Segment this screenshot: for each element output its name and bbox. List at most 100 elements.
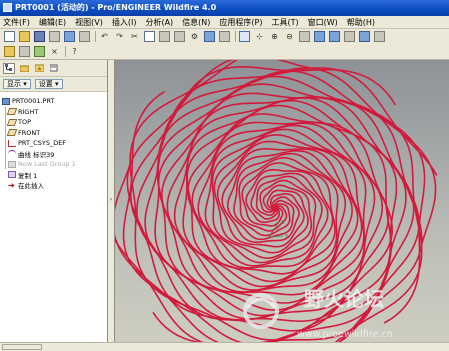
paste-special-icon[interactable] [174, 31, 185, 42]
menu-bar: 文件(F) 编辑(E) 视图(V) 插入(I) 分析(A) 信息(N) 应用程序… [0, 16, 449, 29]
zoom-out-icon[interactable]: ⊖ [284, 31, 295, 42]
insert-here-icon: ➜ [8, 180, 15, 190]
model-tree-icon [5, 64, 12, 71]
app-icon [3, 3, 12, 12]
toolbar-separator [65, 46, 66, 57]
datum-plane-icon [6, 129, 18, 137]
favorites-tab-icon[interactable] [33, 63, 45, 74]
menu-tools[interactable]: 工具(T) [272, 17, 299, 28]
zoom-fit-icon[interactable] [299, 31, 310, 42]
window-title: PRT0001 (活动的) - Pro/ENGINEER Wildfire 4.… [15, 3, 217, 12]
email-link-icon[interactable] [79, 31, 90, 42]
tree-item-label: TOP [18, 118, 32, 127]
part-icon [2, 97, 10, 105]
redo-icon[interactable]: ↷ [114, 31, 125, 42]
main-toolbar: ↶ ↷ ✂ ⚙ ⊹ ⊕ ⊖ [0, 29, 449, 44]
datum-plane-tool-icon[interactable] [4, 46, 15, 57]
tree-item-label: RIGHT [18, 107, 39, 116]
tree-item-insert-here[interactable]: ➜ 在此插入 [2, 180, 107, 191]
tree-item-top[interactable]: TOP [2, 117, 107, 128]
tree-item-label: 复制 1 [18, 171, 38, 180]
connections-icon [50, 64, 58, 72]
menu-analysis[interactable]: 分析(A) [145, 17, 173, 28]
datum-point-tool-icon[interactable]: × [49, 46, 60, 57]
watermark-url: www.proewildfire.cn [297, 329, 393, 340]
copy-feature-icon [8, 171, 16, 179]
view-manager-icon[interactable]: ⊹ [254, 31, 265, 42]
tree-item-group[interactable]: Now Last Group 1 [2, 159, 107, 170]
tree-item-csys[interactable]: PRT_CSYS_DEF [2, 138, 107, 149]
zoom-in-icon[interactable]: ⊕ [269, 31, 280, 42]
settings-dropdown-button[interactable]: 设置 ▾ [34, 79, 63, 89]
saved-views-icon[interactable] [329, 31, 340, 42]
display-style-icon[interactable] [359, 31, 370, 42]
connections-tab-icon[interactable] [48, 63, 60, 74]
menu-view[interactable]: 视图(V) [75, 17, 103, 28]
graphics-window[interactable]: X Y 野火论坛 www.proewildfire.cn [115, 60, 449, 342]
open-file-icon[interactable] [19, 31, 30, 42]
tree-item-label: Now Last Group 1 [18, 160, 76, 169]
regenerate-icon[interactable]: ⚙ [189, 31, 200, 42]
folder-browser-tab-icon[interactable] [18, 63, 30, 74]
tree-item-curve[interactable]: 曲线 标识39 [2, 149, 107, 160]
model-tree-tab-icon[interactable] [3, 62, 15, 74]
menu-window[interactable]: 窗口(W) [308, 17, 338, 28]
curve-icon [8, 150, 16, 157]
graphics-canvas: X Y 野火论坛 www.proewildfire.cn [115, 60, 438, 342]
tree-item-label: PRT0001.PRT [12, 97, 55, 106]
collapse-arrow-icon[interactable]: › [109, 195, 113, 205]
new-file-icon[interactable] [4, 31, 15, 42]
navigator-tabs [0, 60, 107, 77]
tree-item-label: FRONT [18, 128, 41, 137]
save-icon[interactable] [34, 31, 45, 42]
navigator-panel: 显示 ▾ 设置 ▾ PRT0001.PRT RIGHT TOP FRONT PR… [0, 60, 108, 342]
watermark: 野火论坛 www.proewildfire.cn [243, 287, 393, 340]
tree-item-front[interactable]: FRONT [2, 128, 107, 139]
rose-curves [115, 60, 438, 342]
datum-curve-tool-icon[interactable] [34, 46, 45, 57]
tree-item-part[interactable]: PRT0001.PRT [2, 96, 107, 107]
datum-plane-icon [6, 118, 18, 126]
model-tree: PRT0001.PRT RIGHT TOP FRONT PRT_CSYS_DEF… [0, 92, 107, 191]
find-icon[interactable] [204, 31, 215, 42]
tree-item-label: 在此插入 [18, 182, 44, 191]
shading-icon[interactable] [374, 31, 385, 42]
folder-icon [19, 65, 29, 72]
menu-insert[interactable]: 插入(I) [112, 17, 137, 28]
tree-item-right[interactable]: RIGHT [2, 107, 107, 118]
group-icon [8, 160, 16, 168]
show-dropdown-label: 显示 ▾ [7, 80, 27, 88]
selection-filter-icon[interactable] [219, 31, 230, 42]
favorites-icon [34, 64, 44, 72]
menu-help[interactable]: 帮助(H) [347, 17, 375, 28]
model-tree-controls: 显示 ▾ 设置 ▾ [0, 77, 107, 92]
title-bar: PRT0001 (活动的) - Pro/ENGINEER Wildfire 4.… [0, 0, 449, 16]
layers-icon[interactable] [344, 31, 355, 42]
show-dropdown-button[interactable]: 显示 ▾ [3, 79, 31, 89]
panel-splitter[interactable]: › [108, 60, 115, 342]
whats-this-help-icon[interactable]: ? [69, 46, 80, 57]
tree-item-label: 曲线 标识39 [18, 150, 55, 159]
status-bar [0, 342, 449, 351]
menu-applications[interactable]: 应用程序(P) [219, 17, 262, 28]
paste-icon[interactable] [159, 31, 170, 42]
tree-item-copy[interactable]: 复制 1 [2, 170, 107, 181]
tree-item-label: PRT_CSYS_DEF [18, 139, 67, 148]
axis-label-x: X [281, 220, 285, 226]
status-cell [2, 344, 42, 350]
email-icon[interactable] [64, 31, 75, 42]
print-icon[interactable] [49, 31, 60, 42]
watermark-text: 野火论坛 [304, 287, 384, 311]
datum-axis-tool-icon[interactable] [19, 46, 30, 57]
cut-icon[interactable]: ✂ [129, 31, 140, 42]
menu-file[interactable]: 文件(F) [3, 17, 30, 28]
datum-plane-icon [6, 108, 18, 116]
refit-icon[interactable] [239, 31, 250, 42]
copy-icon[interactable] [144, 31, 155, 42]
undo-icon[interactable]: ↶ [99, 31, 110, 42]
menu-edit[interactable]: 编辑(E) [39, 17, 66, 28]
menu-info[interactable]: 信息(N) [182, 17, 210, 28]
settings-dropdown-label: 设置 ▾ [38, 80, 59, 88]
reorient-icon[interactable] [314, 31, 325, 42]
secondary-toolbar: × ? [0, 44, 449, 60]
